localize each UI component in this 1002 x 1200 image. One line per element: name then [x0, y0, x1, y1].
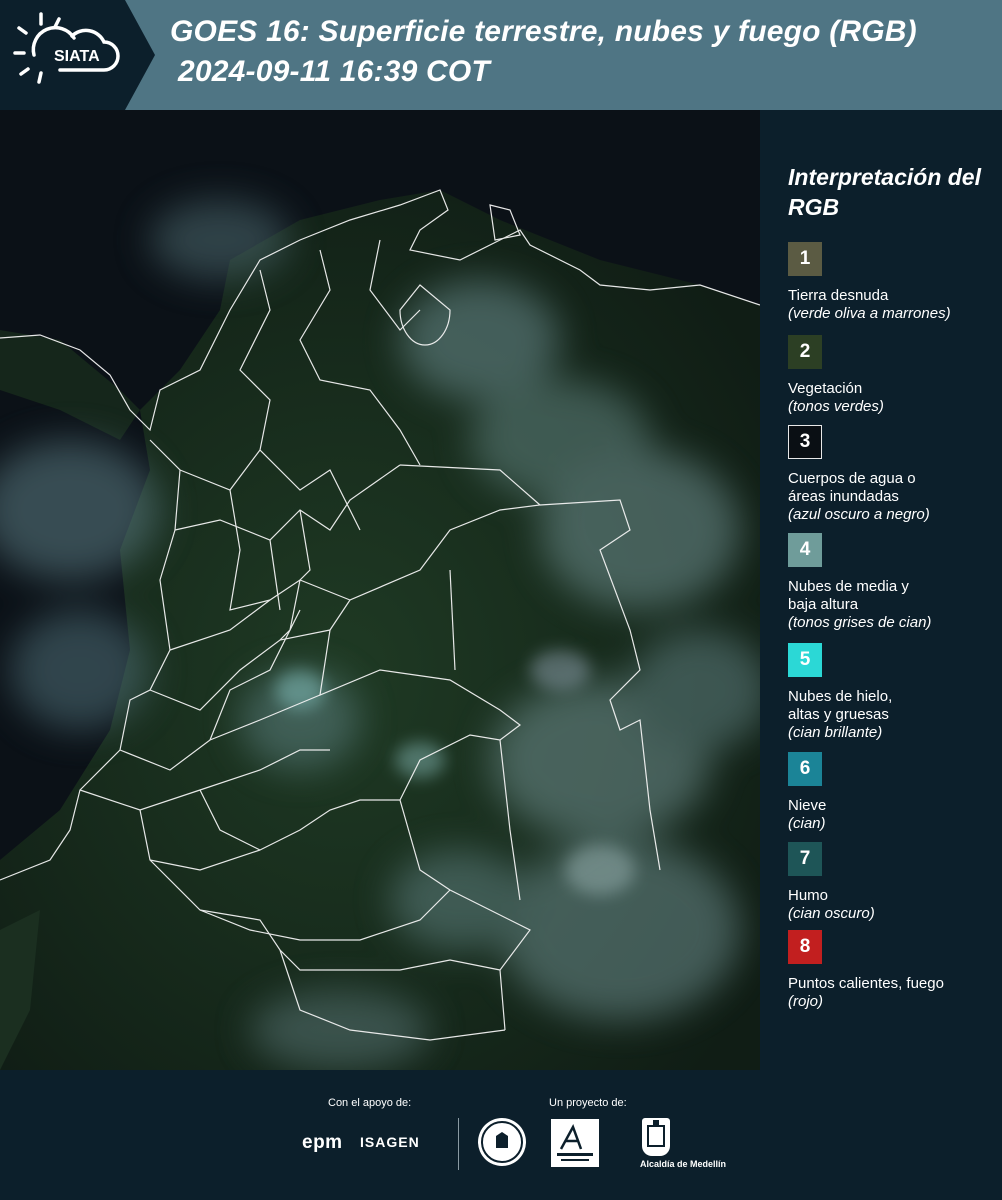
- legend-item: 7 Humo (cian oscuro): [788, 842, 998, 923]
- legend-swatch: 7: [788, 842, 822, 876]
- legend-item: 3 Cuerpos de agua o áreas inundadas (azu…: [788, 425, 998, 524]
- legend-swatch: 1: [788, 242, 822, 276]
- legend-swatch: 5: [788, 643, 822, 677]
- legend-item: 4 Nubes de media y baja altura (tonos gr…: [788, 533, 998, 632]
- legend-note: (verde oliva a marrones): [788, 305, 951, 322]
- alcaldia-crest-icon: [642, 1118, 670, 1156]
- page-title: GOES 16: Superficie terrestre, nubes y f…: [170, 15, 917, 48]
- legend-label: Humo: [788, 887, 829, 904]
- legend-title: Interpretación del RGB: [788, 164, 981, 220]
- legend-note: (cian oscuro): [788, 905, 875, 922]
- legend-label: Tierra desnuda: [788, 287, 889, 304]
- legend-note: (tonos grises de cian): [788, 614, 932, 631]
- legend-note: (cian brillante): [788, 724, 883, 741]
- legend-swatch: 4: [788, 533, 822, 567]
- legend-label: Cuerpos de agua o áreas inundadas: [788, 470, 916, 505]
- legend-note: (azul oscuro a negro): [788, 506, 930, 523]
- legend-label: Nubes de media y baja altura: [788, 578, 909, 613]
- satellite-map: [0, 110, 760, 1070]
- page-timestamp: 2024-09-11 16:39 COT: [178, 55, 490, 88]
- legend-item: 6 Nieve (cian): [788, 752, 998, 833]
- legend-label: Nubes de hielo, altas y gruesas: [788, 688, 893, 723]
- legend-swatch: 6: [788, 752, 822, 786]
- legend-item: 2 Vegetación (tonos verdes): [788, 335, 998, 416]
- siata-logo: SIATA: [0, 0, 155, 110]
- legend-note: (cian): [788, 815, 826, 832]
- legend-item: 8 Puntos calientes, fuego (rojo): [788, 930, 998, 1011]
- isagen-logo: ISAGEN: [360, 1134, 420, 1150]
- footer: Con el apoyo de: Un proyecto de: epm ISA…: [0, 1070, 1002, 1200]
- alcaldia-label: Alcaldía de Medellín: [640, 1159, 727, 1169]
- epm-logo: epm: [302, 1132, 343, 1153]
- legend-item: 1 Tierra desnuda (verde oliva a marrones…: [788, 242, 998, 323]
- institution-seal-icon: [478, 1118, 526, 1166]
- legend-swatch: 8: [788, 930, 822, 964]
- footer-divider: [458, 1118, 459, 1170]
- legend-swatch: 2: [788, 335, 822, 369]
- siata-logo-text: SIATA: [54, 48, 100, 65]
- support-caption: Con el apoyo de:: [328, 1097, 412, 1109]
- rgb-legend: Interpretación del RGB 1 Tierra desnuda …: [760, 110, 1002, 1070]
- project-caption: Un proyecto de:: [549, 1097, 627, 1109]
- header: SIATA GOES 16: Superficie terrestre, nub…: [0, 0, 1002, 110]
- legend-note: (rojo): [788, 993, 824, 1010]
- area-metropolitana-logo: [551, 1119, 599, 1167]
- legend-label: Nieve: [788, 797, 827, 814]
- legend-label: Vegetación: [788, 380, 863, 397]
- legend-swatch: 3: [788, 425, 822, 459]
- legend-item: 5 Nubes de hielo, altas y gruesas (cian …: [788, 643, 998, 742]
- legend-note: (tonos verdes): [788, 398, 884, 415]
- legend-label: Puntos calientes, fuego: [788, 975, 944, 992]
